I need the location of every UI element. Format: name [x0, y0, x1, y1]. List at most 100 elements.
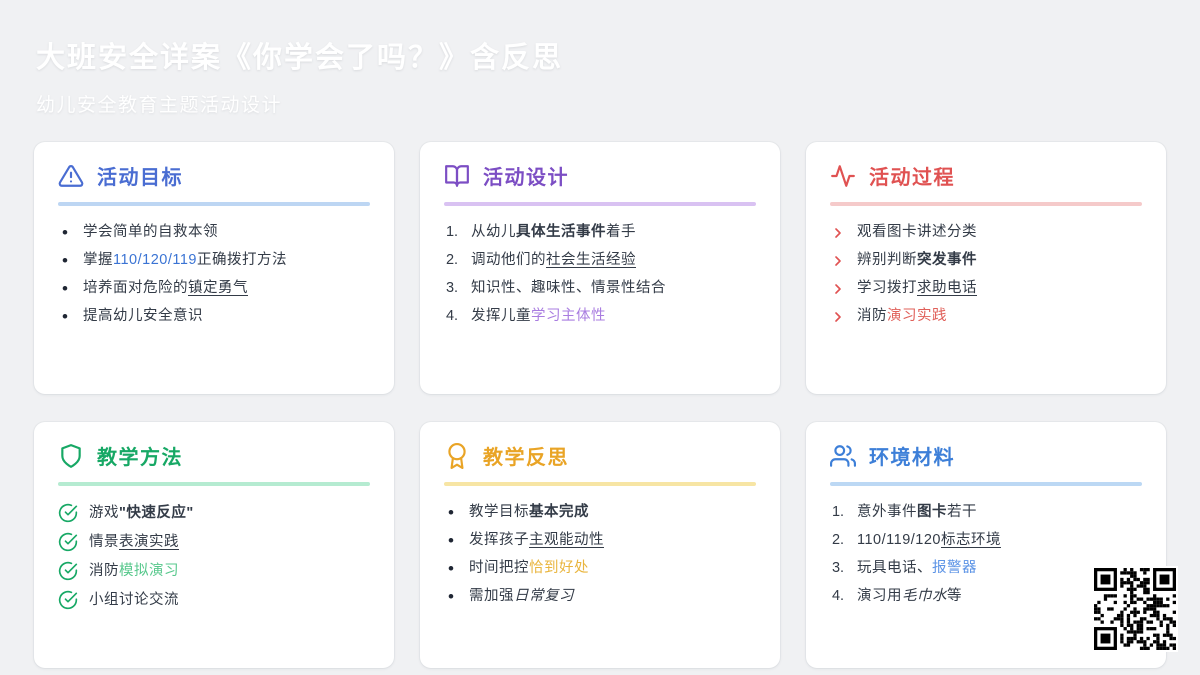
text-segment: 镇定勇气	[188, 280, 248, 296]
alert-triangle-icon	[58, 163, 84, 189]
text-segment: 模拟演习	[119, 562, 179, 579]
list-item: 消防模拟演习	[58, 561, 370, 581]
text-segment: 需加强	[469, 588, 514, 604]
card-title: 活动目标	[97, 167, 183, 189]
page-title: 大班安全详案《你学会了吗？》含反思	[36, 42, 564, 74]
text-segment: 日常复习	[514, 588, 574, 604]
item-text: 情景表演实践	[89, 533, 179, 552]
text-segment: 110/120/119	[113, 252, 197, 268]
text-segment: 演习用	[857, 588, 902, 604]
bullet-marker: •	[448, 531, 454, 550]
text-segment: "快速反应"	[119, 504, 194, 521]
chevron-right-icon	[830, 253, 846, 269]
check-circle-icon	[58, 590, 78, 610]
text-segment: 具体生活事件	[516, 224, 606, 240]
accent-underline	[830, 202, 1142, 206]
list-item: • 掌握110/120/119正确拨打方法	[58, 251, 370, 270]
bullet-marker: •	[62, 279, 68, 298]
list-item: 2. 调动他们的社会生活经验	[444, 251, 756, 270]
activity-icon	[830, 163, 856, 189]
accent-underline	[58, 482, 370, 486]
card-title: 教学方法	[97, 447, 183, 469]
check-circle-icon	[58, 503, 78, 523]
book-open-icon	[444, 163, 470, 189]
card-items: • 教学目标基本完成 • 发挥孩子主观能动性 • 时间把控恰到好处 • 需加强日常复习	[444, 503, 756, 606]
bullet-marker: •	[62, 223, 68, 242]
list-item: • 时间把控恰到好处	[444, 559, 756, 578]
item-text: 学习拨打求助电话	[857, 279, 977, 298]
number-marker: 2.	[831, 532, 845, 548]
accent-underline	[830, 482, 1142, 486]
chevron-right-icon	[830, 281, 846, 297]
qr-code	[1092, 566, 1178, 652]
text-segment: 游戏	[89, 504, 119, 521]
card-items: • 学会简单的自救本领 • 掌握110/120/119正确拨打方法 • 培养面对危险的镇定…	[58, 223, 370, 326]
item-text: 调动他们的社会生活经验	[471, 251, 636, 270]
text-segment: 调动他们的	[471, 252, 546, 268]
item-text: 观看图卡讲述分类	[857, 223, 977, 242]
item-text: 提高幼儿安全意识	[83, 307, 203, 326]
card-title: 教学反思	[483, 447, 569, 469]
item-text: 110/119/120标志环境	[857, 531, 1001, 550]
card-header: 活动过程	[830, 161, 1142, 190]
text-segment: 突发事件	[917, 252, 977, 268]
text-segment: 发挥孩子	[469, 532, 529, 548]
card-activity-design: 活动设计 1. 从幼儿具体生活事件着手 2. 调动他们的社会生活经验 3. 知识性、趣味性…	[420, 142, 780, 394]
accent-underline	[444, 482, 756, 486]
card-title: 活动过程	[869, 167, 955, 189]
check-circle-icon	[58, 532, 78, 552]
list-item: 小组讨论交流	[58, 590, 370, 610]
text-segment: 学习拨打	[857, 280, 917, 296]
item-text: 学会简单的自救本领	[83, 223, 218, 242]
text-segment: 表演实践	[119, 533, 179, 550]
list-item: 1. 从幼儿具体生活事件着手	[444, 223, 756, 242]
accent-underline	[444, 202, 756, 206]
bullet-marker: •	[448, 559, 454, 578]
card-header: 活动目标	[58, 161, 370, 190]
number-marker: 3.	[445, 280, 459, 296]
card-title: 活动设计	[483, 167, 569, 189]
list-item: 情景表演实践	[58, 532, 370, 552]
text-segment: 着手	[606, 224, 636, 240]
text-segment: 学会简单的自救本领	[83, 224, 218, 240]
item-text: 演习用毛巾水等	[857, 587, 962, 606]
card-header: 环境材料	[830, 441, 1142, 470]
shield-icon	[58, 443, 84, 469]
text-segment: 掌握	[83, 252, 113, 268]
text-segment: 主观能动性	[529, 532, 604, 548]
bullet-marker: •	[448, 503, 454, 522]
item-text: 消防演习实践	[857, 307, 947, 326]
text-segment: 等	[947, 588, 962, 604]
list-item: 游戏"快速反应"	[58, 503, 370, 523]
card-activity-goals: 活动目标 • 学会简单的自救本领 • 掌握110/120/119正确拨打方法 • 培养面对…	[34, 142, 394, 394]
text-segment: 标志环境	[940, 532, 1001, 548]
text-segment: 求助电话	[917, 280, 977, 296]
list-item: • 教学目标基本完成	[444, 503, 756, 522]
item-text: 辨别判断突发事件	[857, 251, 977, 270]
bullet-marker: •	[62, 251, 68, 270]
text-segment: 图卡	[917, 504, 947, 520]
list-item: 4. 发挥儿童学习主体性	[444, 307, 756, 326]
number-marker: 3.	[831, 560, 845, 576]
text-segment: 演习实践	[887, 308, 947, 324]
cards-grid: 活动目标 • 学会简单的自救本领 • 掌握110/120/119正确拨打方法 • 培养面对…	[34, 142, 1166, 668]
card-teaching-reflection: 教学反思 • 教学目标基本完成 • 发挥孩子主观能动性 • 时间把控恰到好处 • 需加强日常复…	[420, 422, 780, 668]
text-segment: 毛巾水	[902, 588, 947, 604]
item-text: 需加强日常复习	[469, 587, 574, 606]
chevron-right-icon	[830, 309, 846, 325]
text-segment: 情景	[89, 533, 119, 550]
card-items: 游戏"快速反应" 情景表演实践 消防模拟演习 小组讨论交流	[58, 503, 370, 610]
text-segment: 社会生活经验	[546, 252, 636, 268]
card-header: 活动设计	[444, 161, 756, 190]
accent-underline	[58, 202, 370, 206]
text-segment: 学习主体性	[531, 308, 606, 324]
card-header: 教学方法	[58, 441, 370, 470]
item-text: 游戏"快速反应"	[89, 504, 194, 523]
list-item: 2. 110/119/120标志环境	[830, 531, 1142, 550]
item-text: 消防模拟演习	[89, 562, 179, 581]
bullet-marker: •	[448, 587, 454, 606]
item-text: 意外事件图卡若干	[857, 503, 977, 522]
list-item: • 需加强日常复习	[444, 587, 756, 606]
card-activity-process: 活动过程 观看图卡讲述分类 辨别判断突发事件 学习拨打求助电话 消防演习实践	[806, 142, 1166, 394]
item-text: 培养面对危险的镇定勇气	[83, 279, 248, 298]
